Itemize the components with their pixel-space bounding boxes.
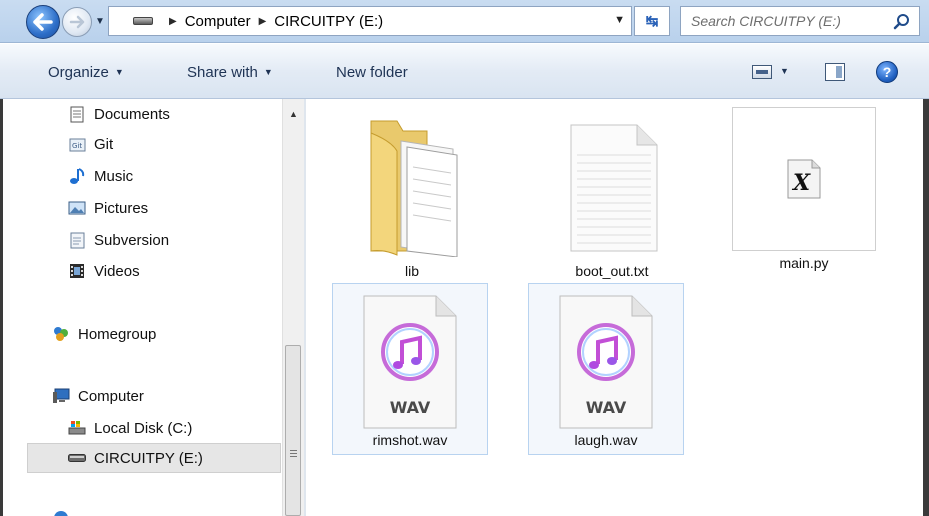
- wav-audio-icon: WAV: [554, 284, 658, 430]
- view-options-dropdown-icon[interactable]: ▼: [780, 66, 789, 76]
- search-input[interactable]: [691, 13, 891, 29]
- organize-button[interactable]: Organize ▼: [48, 64, 124, 81]
- scroll-up-icon[interactable]: ▲: [289, 109, 298, 119]
- new-folder-button[interactable]: New folder: [336, 64, 408, 81]
- recent-pages-dropdown-icon[interactable]: ▼: [95, 16, 105, 27]
- film-icon: [68, 262, 86, 280]
- file-name: laugh.wav: [574, 432, 638, 448]
- breadcrumb-circuitpy[interactable]: CIRCUITPY (E:): [274, 13, 383, 30]
- nav-label: Documents: [94, 105, 170, 123]
- file-item-main-py[interactable]: X main.py: [726, 107, 882, 271]
- nav-item-git[interactable]: Git Git: [68, 129, 113, 159]
- command-bar: Organize ▼ Share with ▼ New folder ▼ ?: [0, 44, 929, 99]
- local-disk-icon: [68, 419, 86, 437]
- wav-badge: WAV: [390, 398, 431, 417]
- nav-item-music[interactable]: Music: [68, 161, 133, 191]
- organize-label: Organize: [48, 64, 109, 81]
- removable-drive-icon: [68, 449, 86, 467]
- forward-arrow-icon: [69, 15, 85, 29]
- nav-label: Pictures: [94, 199, 149, 217]
- change-view-icon[interactable]: [752, 65, 772, 79]
- documents-icon: [68, 105, 86, 123]
- nav-item-videos[interactable]: Videos: [68, 256, 140, 286]
- file-item-rimshot[interactable]: WAV rimshot.wav: [332, 283, 488, 455]
- chevron-down-icon: ▼: [114, 67, 124, 77]
- text-file-icon: [557, 107, 667, 257]
- nav-item-subversion[interactable]: Subversion: [68, 225, 169, 255]
- file-name: main.py: [779, 255, 829, 271]
- preview-pane-icon[interactable]: [825, 63, 845, 81]
- git-folder-icon: Git: [68, 135, 86, 153]
- svg-text:X: X: [791, 170, 811, 196]
- file-list: lib boot_out.txt X main.py WAV rimshot.w…: [306, 99, 923, 516]
- nav-label: Videos: [94, 262, 140, 280]
- navigation-scrollbar[interactable]: ▲: [282, 99, 304, 516]
- window-frame-right: [923, 99, 929, 516]
- scrollbar-thumb[interactable]: [285, 345, 301, 516]
- file-name: boot_out.txt: [575, 263, 649, 279]
- file-name: lib: [404, 263, 419, 279]
- nav-label: Homegroup: [78, 325, 157, 343]
- grip-icon: [290, 450, 297, 457]
- wav-audio-icon: WAV: [358, 284, 462, 430]
- chevron-right-icon[interactable]: ▶: [169, 16, 177, 27]
- folder-icon: [357, 107, 467, 257]
- file-item-laugh[interactable]: WAV laugh.wav: [528, 283, 684, 455]
- python-file-icon: X: [732, 107, 876, 251]
- search-icon[interactable]: [893, 13, 911, 31]
- back-arrow-icon: [33, 13, 53, 31]
- refresh-button[interactable]: ↹: [634, 6, 670, 36]
- share-with-button[interactable]: Share with ▼: [187, 64, 273, 81]
- subversion-icon: [68, 231, 86, 249]
- file-item-boot-out[interactable]: boot_out.txt: [534, 107, 690, 279]
- wav-badge: WAV: [586, 398, 627, 417]
- address-bar: ▼ ▶ Computer ▶ CIRCUITPY (E:) ▼ ↹: [0, 0, 929, 43]
- back-button[interactable]: [26, 5, 60, 39]
- nav-label: Music: [94, 167, 134, 185]
- nav-label: Computer: [78, 387, 144, 405]
- svg-text:Git: Git: [72, 142, 82, 150]
- chevron-right-icon[interactable]: ▶: [259, 16, 267, 27]
- music-note-icon: [68, 167, 86, 185]
- nav-item-network[interactable]: [52, 503, 78, 516]
- refresh-icon: ↹: [645, 13, 659, 30]
- nav-item-documents[interactable]: Documents: [68, 99, 170, 129]
- search-box[interactable]: [680, 6, 920, 36]
- pictures-icon: [68, 199, 86, 217]
- nav-label: Local Disk (C:): [94, 419, 193, 437]
- computer-icon: [52, 387, 70, 405]
- homegroup-icon: [52, 325, 70, 343]
- nav-item-computer[interactable]: Computer: [52, 381, 144, 411]
- chevron-down-icon: ▼: [263, 67, 273, 77]
- nav-label: CIRCUITPY (E:): [94, 449, 203, 467]
- help-icon[interactable]: ?: [876, 61, 898, 83]
- nav-item-homegroup[interactable]: Homegroup: [52, 319, 156, 349]
- nav-item-local-disk[interactable]: Local Disk (C:): [68, 413, 192, 443]
- forward-button[interactable]: [62, 7, 92, 37]
- address-field[interactable]: ▶ Computer ▶ CIRCUITPY (E:) ▼: [108, 6, 632, 36]
- network-icon: [52, 509, 70, 516]
- navigation-pane: Documents Git Git Music Pictures Subvers…: [3, 99, 282, 516]
- nav-item-circuitpy[interactable]: CIRCUITPY (E:): [27, 443, 281, 473]
- file-item-lib[interactable]: lib: [334, 107, 490, 279]
- nav-label: Subversion: [94, 231, 170, 249]
- breadcrumb-computer[interactable]: Computer: [185, 13, 251, 30]
- file-name: rimshot.wav: [372, 432, 448, 448]
- nav-label: Git: [94, 135, 114, 153]
- nav-item-pictures[interactable]: Pictures: [68, 193, 148, 223]
- drive-icon: [133, 17, 153, 25]
- address-history-dropdown-icon[interactable]: ▼: [614, 14, 625, 26]
- share-with-label: Share with: [187, 64, 258, 81]
